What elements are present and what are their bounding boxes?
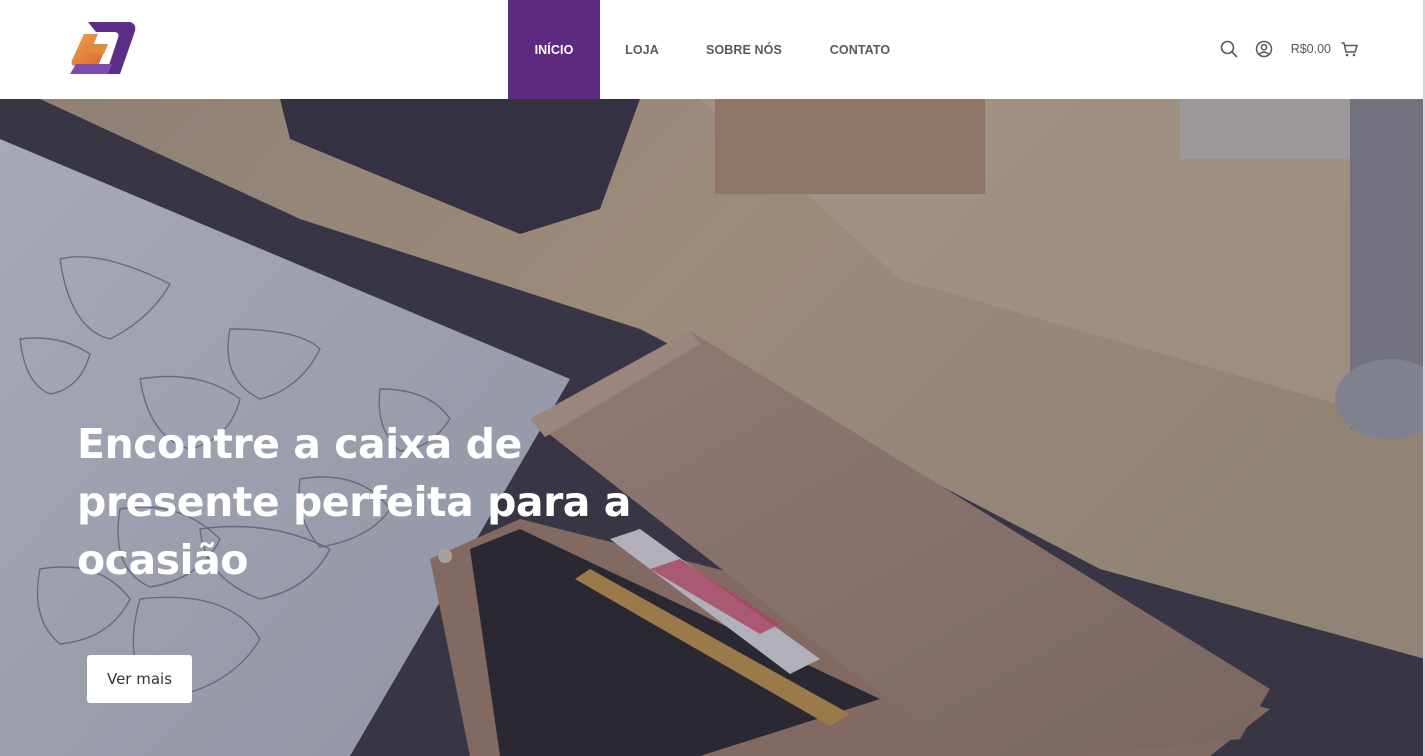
nav-item-contato[interactable]: CONTATO (804, 0, 916, 99)
ver-mais-button[interactable]: Ver mais (87, 655, 192, 703)
nav-item-loja[interactable]: LOJA (600, 0, 684, 99)
cart-total[interactable]: R$0.00 (1291, 42, 1331, 56)
header-tools: R$0.00 (1219, 38, 1359, 60)
nav-item-sobre-nos[interactable]: SOBRE NÓS (684, 0, 804, 99)
search-icon[interactable] (1219, 39, 1239, 59)
cart-icon[interactable] (1339, 39, 1359, 59)
main-nav: INÍCIO LOJA SOBRE NÓS CONTATO (508, 0, 916, 99)
hero-banner: Encontre a caixa de presente perfeita pa… (0, 99, 1425, 756)
nav-item-inicio[interactable]: INÍCIO (508, 0, 600, 99)
site-header: INÍCIO LOJA SOBRE NÓS CONTATO R$0.00 (0, 0, 1425, 99)
user-icon[interactable] (1254, 39, 1274, 59)
hero-title: Encontre a caixa de presente perfeita pa… (77, 420, 631, 584)
brand-logo-icon[interactable] (68, 20, 138, 78)
